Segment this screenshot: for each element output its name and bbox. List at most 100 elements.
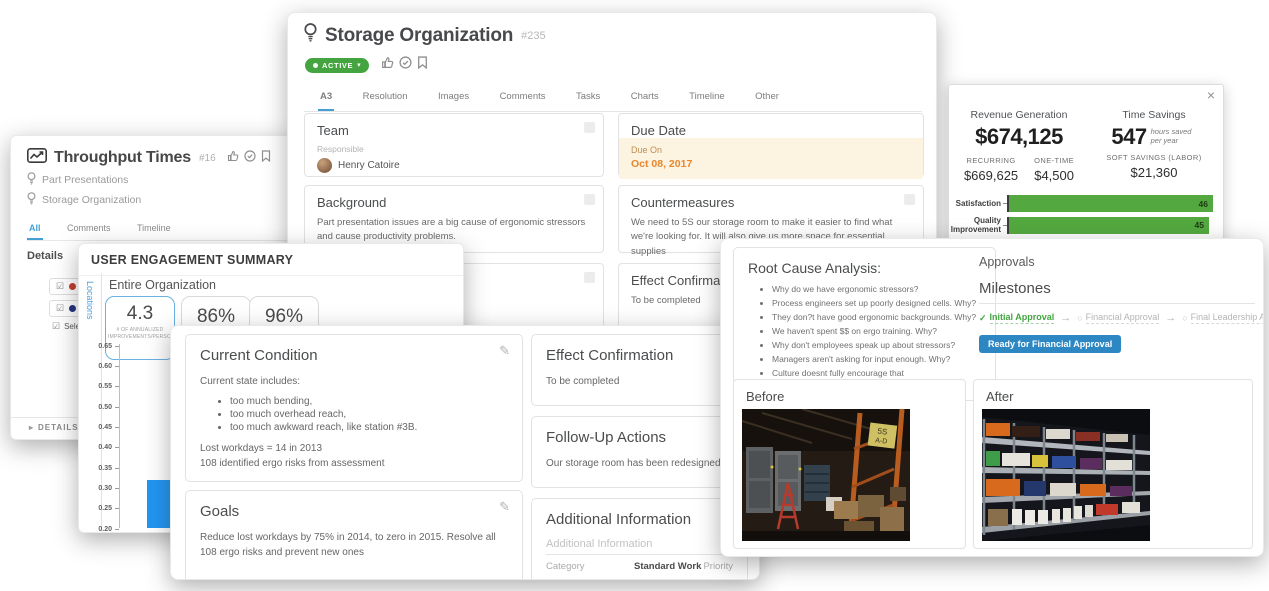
- parent-label: Storage Organization: [42, 194, 141, 206]
- revenue-title: Revenue Generation: [949, 109, 1089, 121]
- before-photo[interactable]: 5S A-D: [742, 409, 910, 541]
- bookmark-icon[interactable]: [417, 56, 428, 74]
- lightbulb-icon: [304, 23, 317, 48]
- series-dot-red: [69, 283, 76, 290]
- edit-pencil-icon[interactable]: ✎: [499, 344, 510, 357]
- follow-up-text: Our storage room has been redesigned: [546, 456, 733, 471]
- triangle-icon: ▸: [29, 423, 34, 432]
- person-name: Henry Catoire: [338, 160, 400, 171]
- status-dot-icon: [313, 63, 318, 68]
- card-title: Follow-Up Actions: [546, 429, 733, 446]
- bar-row-quality: Quality Improvement 45: [949, 216, 1223, 234]
- effect-text: To be completed: [546, 374, 733, 389]
- thumbs-up-icon[interactable]: [381, 56, 394, 74]
- milestone-final-leadership-approval[interactable]: ○ Final Leadership Approval: [1182, 312, 1264, 324]
- field-label: Due On: [631, 145, 911, 155]
- card-handle[interactable]: [584, 272, 595, 283]
- parent-link[interactable]: Storage Organization: [27, 192, 287, 208]
- tab-timeline[interactable]: Timeline: [135, 223, 173, 238]
- a3-detail-window: ✎ Current Condition Current state includ…: [170, 325, 760, 580]
- bar-category-label: Quality Improvement: [949, 216, 1001, 234]
- parent-label: Part Presentations: [42, 174, 128, 186]
- milestone-initial-approval[interactable]: ✓ Initial Approval: [979, 312, 1054, 324]
- condition-summary: Lost workdays = 14 in 2013 108 identifie…: [200, 441, 508, 471]
- card-title: Goals: [200, 503, 508, 520]
- before-card: Before 5S A-D: [733, 379, 966, 549]
- status-badge[interactable]: ACTIVE ▾: [305, 58, 369, 73]
- satisfaction-bar: 46: [1009, 195, 1213, 212]
- card-text: Part presentation issues are a big cause…: [317, 216, 591, 245]
- card-title: Root Cause Analysis:: [748, 260, 981, 276]
- milestone-label: Final Leadership Approval: [1191, 312, 1264, 324]
- additional-information-card: Additional Information Additional Inform…: [531, 498, 748, 580]
- check-circle-icon[interactable]: [399, 56, 412, 74]
- checkbox-icon[interactable]: ☑: [56, 304, 64, 313]
- series-dot-navy: [69, 305, 76, 312]
- y-axis-ticks: 0.650.600.550.500.450.400.350.300.250.20: [81, 336, 119, 533]
- bookmark-icon[interactable]: [261, 149, 271, 167]
- chevron-down-icon: ▾: [357, 62, 361, 69]
- tab-comments[interactable]: Comments: [65, 223, 113, 238]
- responsible-person[interactable]: Henry Catoire: [317, 158, 591, 173]
- impact-bar-chart: Satisfaction 46 Quality Improvement 45: [949, 195, 1223, 238]
- card-handle[interactable]: [584, 194, 595, 205]
- milestones-heading: Milestones: [979, 280, 1255, 297]
- effect-confirmation-card: Effect Confirmation To be completed: [531, 334, 748, 406]
- after-heading: After: [974, 380, 1252, 407]
- details-collapse-label: DETAILS: [38, 423, 79, 432]
- quality-improvement-bar: 45: [1009, 217, 1209, 234]
- card-title: Due Date: [619, 114, 923, 138]
- time-savings-unit: hours saved per year: [1151, 128, 1197, 145]
- checkbox-icon[interactable]: ☑: [56, 282, 64, 291]
- intro-text: Current state includes:: [200, 374, 508, 389]
- card-handle[interactable]: [904, 194, 915, 205]
- tab-all[interactable]: All: [27, 223, 43, 240]
- before-heading: Before: [734, 380, 965, 407]
- check-circle-icon[interactable]: [244, 149, 256, 167]
- follow-up-actions-card: Follow-Up Actions Our storage room has b…: [531, 416, 748, 488]
- condition-list: too much bending,too much overhead reach…: [200, 396, 508, 433]
- card-title: Countermeasures: [619, 186, 923, 210]
- card-title: Team: [305, 114, 603, 138]
- locations-tab[interactable]: Locations: [85, 281, 95, 320]
- recurring-value: $669,625: [964, 168, 1018, 183]
- one-time-value: $4,500: [1034, 168, 1074, 183]
- status-label: ACTIVE: [322, 61, 353, 70]
- bar-row-satisfaction: Satisfaction 46: [949, 195, 1223, 212]
- item-id: #16: [199, 153, 216, 164]
- panel-title: USER ENGAGEMENT SUMMARY: [79, 244, 463, 276]
- milestone-financial-approval[interactable]: ○ Financial Approval: [1077, 312, 1159, 324]
- bar-value: 46: [1199, 199, 1208, 209]
- line-chart-icon: [27, 148, 47, 168]
- goals-text: Reduce lost workdays by 75% in 2014, to …: [200, 530, 508, 560]
- after-photo[interactable]: [982, 409, 1150, 541]
- card-title: Effect Confirmation: [546, 347, 733, 364]
- card-title: Additional Information: [546, 511, 733, 528]
- time-savings-title: Time Savings: [1089, 109, 1219, 121]
- recurring-label: RECURRING: [964, 156, 1018, 165]
- arrow-right-icon: →: [1060, 312, 1071, 324]
- one-time-label: ONE-TIME: [1034, 156, 1074, 165]
- impact-summary-panel: × Revenue Generation $674,125 RECURRING …: [948, 84, 1224, 256]
- category-value: Standard Work: [634, 561, 701, 572]
- card-title: Current Condition: [200, 347, 508, 364]
- checkbox-icon: ☑: [52, 322, 60, 331]
- scope-label: Entire Organization: [109, 278, 216, 292]
- team-card: Team Responsible Henry Catoire: [304, 113, 604, 177]
- category-label: Category: [546, 561, 634, 572]
- field-label: Responsible: [317, 144, 591, 154]
- arrow-right-icon: →: [1165, 312, 1176, 324]
- divider: [979, 303, 1255, 304]
- circle-icon: ○: [1077, 313, 1082, 323]
- lightbulb-icon: [27, 192, 36, 208]
- ready-for-financial-approval-button[interactable]: Ready for Financial Approval: [979, 335, 1121, 353]
- tab-bar: All Comments Timeline: [27, 218, 287, 241]
- card-handle[interactable]: [584, 122, 595, 133]
- close-icon[interactable]: ×: [1207, 87, 1215, 103]
- edit-pencil-icon[interactable]: ✎: [499, 500, 510, 513]
- thumbs-up-icon[interactable]: [227, 149, 239, 167]
- milestone-label: Financial Approval: [1086, 312, 1160, 324]
- parent-link[interactable]: Part Presentations: [27, 172, 287, 188]
- y-axis-line: [119, 344, 120, 528]
- window-title: Throughput Times: [54, 149, 191, 167]
